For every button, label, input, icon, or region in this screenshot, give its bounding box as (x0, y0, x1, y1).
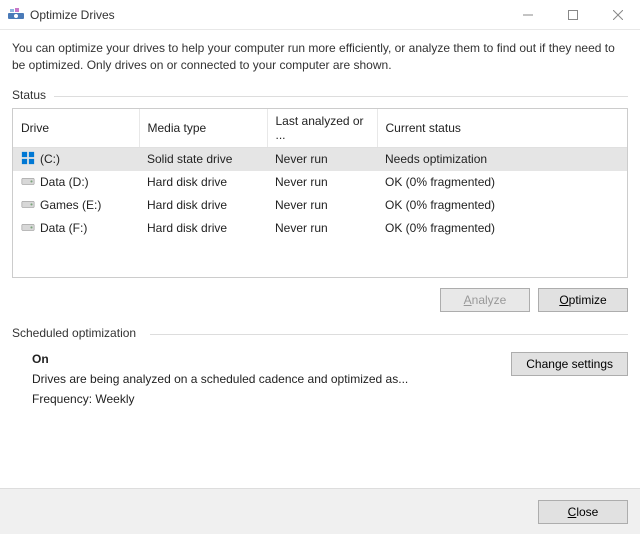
close-button[interactable]: Close (538, 500, 628, 524)
drive-icon (21, 220, 35, 237)
close-window-button[interactable] (595, 0, 640, 29)
drive-media-type: Solid state drive (139, 147, 267, 171)
description-text: You can optimize your drives to help you… (12, 40, 628, 74)
maximize-button[interactable] (550, 0, 595, 29)
maximize-icon (568, 10, 578, 20)
table-header-row: Drive Media type Last analyzed or ... Cu… (13, 109, 627, 148)
table-row[interactable]: (C:) Solid state driveNever runNeeds opti… (13, 147, 627, 171)
scheduled-label-text: Scheduled optimization (12, 326, 136, 340)
column-header-drive[interactable]: Drive (13, 109, 139, 148)
minimize-button[interactable] (505, 0, 550, 29)
drive-table[interactable]: Drive Media type Last analyzed or ... Cu… (13, 109, 627, 240)
table-row[interactable]: Games (E:) Hard disk driveNever runOK (0%… (13, 194, 627, 217)
drive-media-type: Hard disk drive (139, 217, 267, 240)
column-header-analyzed[interactable]: Last analyzed or ... (267, 109, 377, 148)
schedule-state: On (32, 352, 499, 366)
drive-status: OK (0% fragmented) (377, 217, 627, 240)
window-controls (505, 0, 640, 29)
drive-last-analyzed: Never run (267, 217, 377, 240)
column-header-status[interactable]: Current status (377, 109, 627, 148)
drive-last-analyzed: Never run (267, 147, 377, 171)
drive-icon (21, 151, 35, 168)
table-row[interactable]: Data (D:) Hard disk driveNever runOK (0% … (13, 171, 627, 194)
frequency-label: Frequency: (32, 392, 92, 406)
frequency-value: Weekly (95, 392, 134, 406)
window-title: Optimize Drives (30, 8, 505, 22)
minimize-icon (523, 10, 533, 20)
optimize-button[interactable]: Optimize (538, 288, 628, 312)
drive-last-analyzed: Never run (267, 194, 377, 217)
drive-name: Data (D:) (40, 175, 89, 189)
drive-table-container: Drive Media type Last analyzed or ... Cu… (12, 108, 628, 278)
status-section-label: Status (12, 88, 628, 102)
drive-icon (21, 197, 35, 214)
drive-name: Games (E:) (40, 198, 101, 212)
drive-status: OK (0% fragmented) (377, 194, 627, 217)
defrag-app-icon (8, 7, 24, 23)
analyze-button[interactable]: Analyze (440, 288, 530, 312)
scheduled-section-label: Scheduled optimization (12, 326, 628, 340)
schedule-description: Drives are being analyzed on a scheduled… (32, 372, 499, 386)
scheduled-content: On Drives are being analyzed on a schedu… (12, 346, 628, 406)
schedule-frequency: Frequency: Weekly (32, 392, 499, 406)
drive-icon (21, 174, 35, 191)
drive-media-type: Hard disk drive (139, 171, 267, 194)
titlebar: Optimize Drives (0, 0, 640, 30)
drive-status: Needs optimization (377, 147, 627, 171)
drive-name: (C:) (40, 152, 60, 166)
drive-name: Data (F:) (40, 221, 87, 235)
drive-media-type: Hard disk drive (139, 194, 267, 217)
drive-status: OK (0% fragmented) (377, 171, 627, 194)
column-header-media[interactable]: Media type (139, 109, 267, 148)
close-icon (613, 10, 623, 20)
drive-last-analyzed: Never run (267, 171, 377, 194)
table-row[interactable]: Data (F:) Hard disk driveNever runOK (0% … (13, 217, 627, 240)
change-settings-button[interactable]: Change settings (511, 352, 628, 376)
action-button-row: Analyze Optimize (12, 288, 628, 312)
status-label-text: Status (12, 88, 46, 102)
dialog-footer: Close (0, 488, 640, 534)
